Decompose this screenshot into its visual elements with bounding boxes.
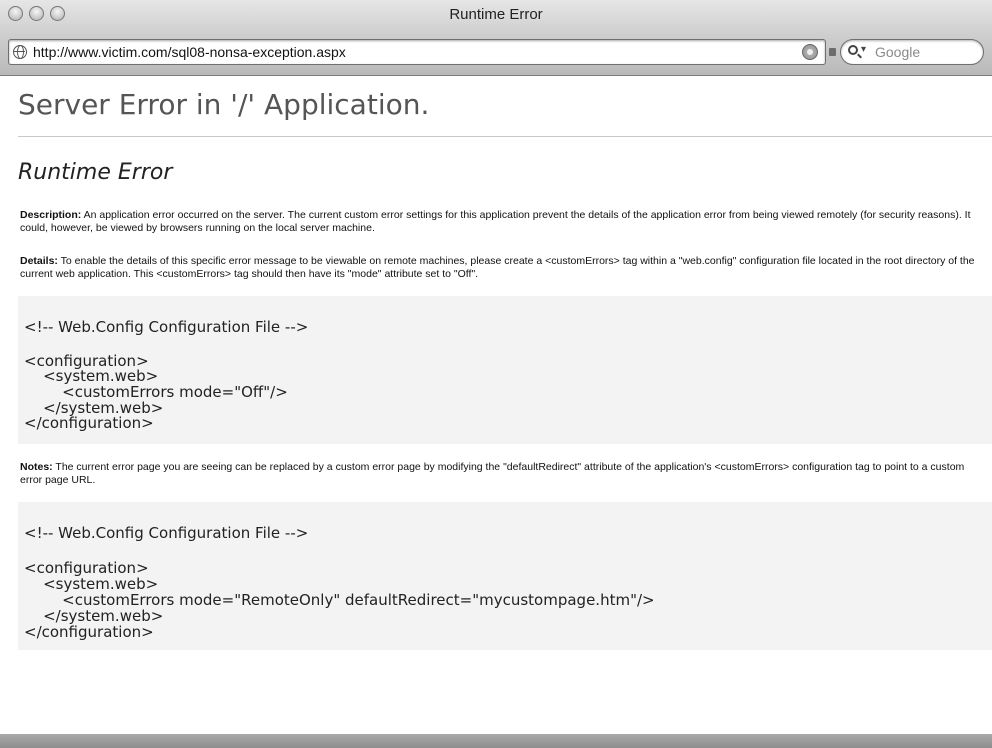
notes-paragraph: Notes: The current error page you are se…	[20, 461, 982, 487]
code-line: </system.web>	[24, 399, 164, 417]
heading-divider	[18, 136, 992, 137]
code-line: <customErrors mode="RemoteOnly" defaultR…	[24, 591, 655, 609]
page-title: Server Error in '/' Application.	[18, 88, 430, 121]
window-bottom-bar	[0, 734, 992, 748]
window-titlebar: Runtime Error http://www.victim.com/sql0…	[0, 0, 992, 76]
code-line: <system.web>	[24, 367, 159, 385]
code-line: </configuration>	[24, 414, 154, 432]
error-subtitle: Runtime Error	[18, 160, 173, 185]
add-bookmark-icon[interactable]	[829, 48, 836, 56]
notes-label: Notes:	[20, 461, 53, 473]
description-label: Description:	[20, 209, 82, 221]
search-field[interactable]: ▾ Google	[840, 39, 984, 65]
code-comment: <!-- Web.Config Configuration File -->	[24, 524, 309, 542]
snapback-icon[interactable]	[802, 44, 818, 60]
code-line: <configuration>	[24, 559, 149, 577]
code-line: </system.web>	[24, 607, 164, 625]
details-paragraph: Details: To enable the details of this s…	[20, 255, 982, 281]
address-bar[interactable]: http://www.victim.com/sql08-nonsa-except…	[8, 39, 826, 65]
code-line: </configuration>	[24, 623, 154, 641]
notes-text: The current error page you are seeing ca…	[20, 461, 965, 486]
code-line: <customErrors mode="Off"/>	[24, 383, 288, 401]
window-title: Runtime Error	[449, 6, 543, 23]
description-paragraph: Description: An application error occurr…	[20, 209, 982, 235]
search-placeholder[interactable]: Google	[875, 44, 920, 60]
details-text: To enable the details of this specific e…	[20, 255, 975, 280]
address-url[interactable]: http://www.victim.com/sql08-nonsa-except…	[33, 44, 346, 60]
search-engine-menu-icon[interactable]: ▾	[861, 44, 866, 55]
code-line: <configuration>	[24, 352, 149, 370]
globe-icon	[13, 45, 27, 59]
search-icon[interactable]	[848, 45, 858, 55]
code-comment: <!-- Web.Config Configuration File -->	[24, 318, 309, 336]
description-text: An application error occurred on the ser…	[20, 209, 971, 234]
details-label: Details:	[20, 255, 58, 267]
code-line: <system.web>	[24, 575, 159, 593]
